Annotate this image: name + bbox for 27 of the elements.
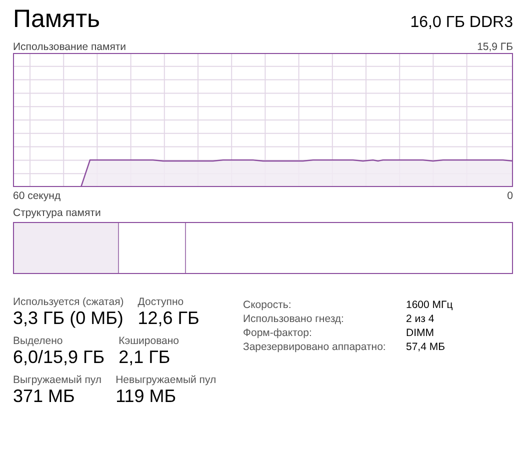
graph-label: Использование памяти — [13, 41, 126, 53]
detail-label: Использовано гнезд: — [243, 313, 345, 325]
stat-label: Используется (сжатая) — [13, 296, 124, 308]
stat-label: Выгружаемый пул — [13, 374, 102, 386]
composition-label: Структура памяти — [13, 207, 101, 219]
detail-value: 2 из 4 — [406, 313, 436, 325]
stat-label: Выделено — [13, 335, 64, 347]
stat-value: 371 МБ — [13, 386, 76, 407]
stat-label: Доступно — [138, 296, 185, 308]
memory-capacity: 16,0 ГБ DDR3 — [410, 14, 513, 32]
detail-value: 57,4 МБ — [406, 341, 446, 353]
stat-value: 12,6 ГБ — [138, 308, 200, 329]
detail-label: Скорость: — [243, 299, 292, 311]
time-start-label: 60 секунд — [13, 190, 61, 202]
stat-value: 3,3 ГБ (0 МБ) — [13, 308, 124, 329]
detail-value: DIMM — [406, 327, 435, 339]
detail-value: 1600 МГц — [406, 299, 453, 311]
stat-value: 2,1 ГБ — [118, 347, 172, 368]
graph-max: 15,9 ГБ — [477, 41, 513, 53]
stat-value: 6,0/15,9 ГБ — [13, 347, 105, 368]
detail-label: Зарезервировано аппаратно: — [243, 341, 387, 353]
time-end-label: 0 — [507, 190, 513, 202]
stat-label: Невыгружаемый пул — [116, 374, 216, 386]
stat-label: Кэшировано — [118, 335, 180, 347]
detail-label: Форм-фактор: — [243, 327, 313, 339]
stat-value: 119 МБ — [116, 386, 178, 407]
page-title: Память — [13, 5, 100, 34]
